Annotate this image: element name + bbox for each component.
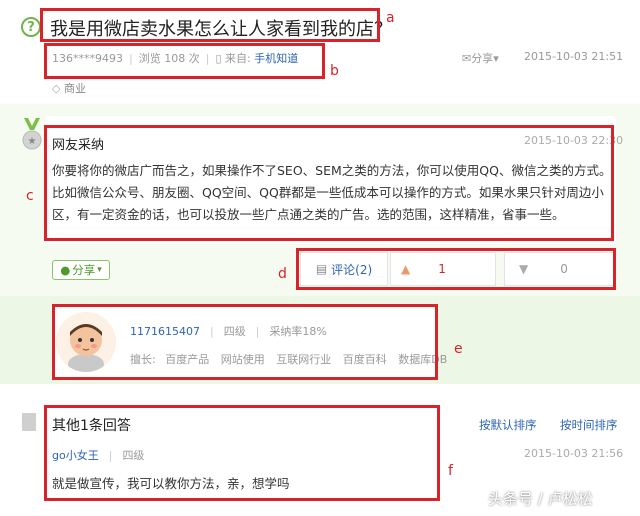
annotation-label-c: c: [26, 188, 34, 204]
chevron-down-icon: ▾: [493, 52, 499, 65]
share-label[interactable]: 分享: [471, 52, 493, 65]
medal-icon: ★: [22, 118, 42, 150]
annotation-box-c: [44, 125, 614, 241]
annotation-label-f: f: [448, 463, 453, 479]
question-icon: ?: [21, 17, 41, 37]
annotation-label-b: b: [330, 63, 339, 79]
annotation-label-e: e: [454, 341, 463, 357]
annotation-box-d: [296, 248, 616, 290]
annotation-box-e: [52, 304, 438, 380]
annotation-box-b: [44, 43, 325, 79]
question-time: 2015-10-03 21:51: [524, 50, 624, 63]
svg-text:★: ★: [28, 136, 37, 147]
sort-default-link[interactable]: 按默认排序: [479, 417, 537, 433]
tag-row: ◇ 商业: [52, 80, 86, 96]
share-chat-icon: ✉: [462, 52, 472, 65]
answer-share-button[interactable]: ● 分享 ▾: [52, 260, 110, 280]
chevron-down-icon: ▾: [97, 265, 102, 275]
annotation-label-d: d: [278, 266, 287, 282]
document-icon: [22, 413, 36, 431]
watermark: 头条号 / 卢松松: [488, 490, 593, 508]
question-share[interactable]: ✉分享▾: [462, 50, 499, 66]
answer-share-label: 分享: [72, 263, 96, 277]
wechat-icon: ●: [60, 263, 71, 277]
tag-icon: ◇: [52, 82, 61, 95]
annotation-label-a: a: [386, 10, 395, 26]
annotation-box-a: [40, 8, 380, 42]
tag-label[interactable]: 商业: [64, 82, 86, 95]
other-answer-time: 2015-10-03 21:56: [524, 447, 624, 460]
annotation-box-f: [44, 405, 440, 501]
sort-time-link[interactable]: 按时间排序: [560, 417, 618, 433]
